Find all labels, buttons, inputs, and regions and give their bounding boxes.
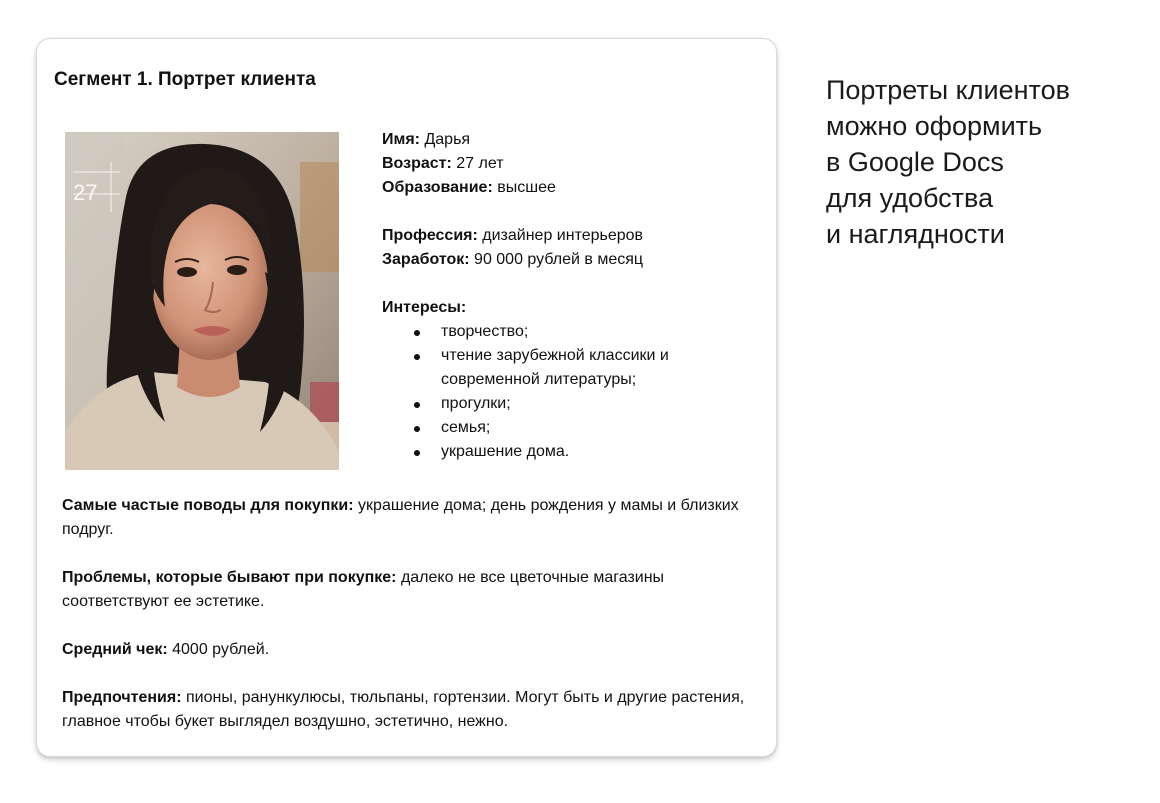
interests-heading: Интересы: [382,299,467,316]
income-line: Заработок: 90 000 рублей в месяц [382,251,644,268]
list-item: прогулки; [382,392,752,416]
interests-list: творчество; чтение зарубежной классики и… [382,320,752,464]
list-item: чтение зарубежной классики и современной… [382,344,703,392]
photo-overlay-number: 27 [73,180,97,205]
list-item: семья; [382,416,752,440]
name-line: Имя: Дарья [382,131,471,148]
preferences-paragraph: Предпочтения: пионы, ранункулюсы, тюльпа… [62,689,745,730]
list-item: творчество; [382,320,752,344]
education-line: Образование: высшее [382,179,556,196]
document-card: Сегмент 1. Портрет клиента 27 Имя: Дарья… [36,38,777,757]
caption-line: для удобства [826,183,994,213]
list-item: украшение дома. [382,440,752,464]
problems-paragraph: Проблемы, которые бывают при покупке: да… [62,569,665,610]
caption-line: в Google Docs [826,147,1004,177]
document-title: Сегмент 1. Портрет клиента [54,69,316,90]
client-portrait-image: 27 [65,132,339,470]
client-info: Имя: Дарья Возраст: 27 лет Образование: … [382,128,752,464]
age-line: Возраст: 27 лет [382,155,504,172]
caption-line: Портреты клиентов [826,75,1070,105]
client-details: Самые частые поводы для покупки: украшен… [62,494,762,758]
side-caption: Портреты клиентов можно оформить в Googl… [826,72,1146,252]
occasions-paragraph: Самые частые поводы для покупки: украшен… [62,497,739,538]
caption-line: можно оформить [826,111,1043,141]
profession-line: Профессия: дизайнер интерьеров [382,227,644,244]
client-photo: 27 [65,132,339,470]
caption-line: и наглядности [826,219,1005,249]
average-check-paragraph: Средний чек: 4000 рублей. [62,641,270,658]
